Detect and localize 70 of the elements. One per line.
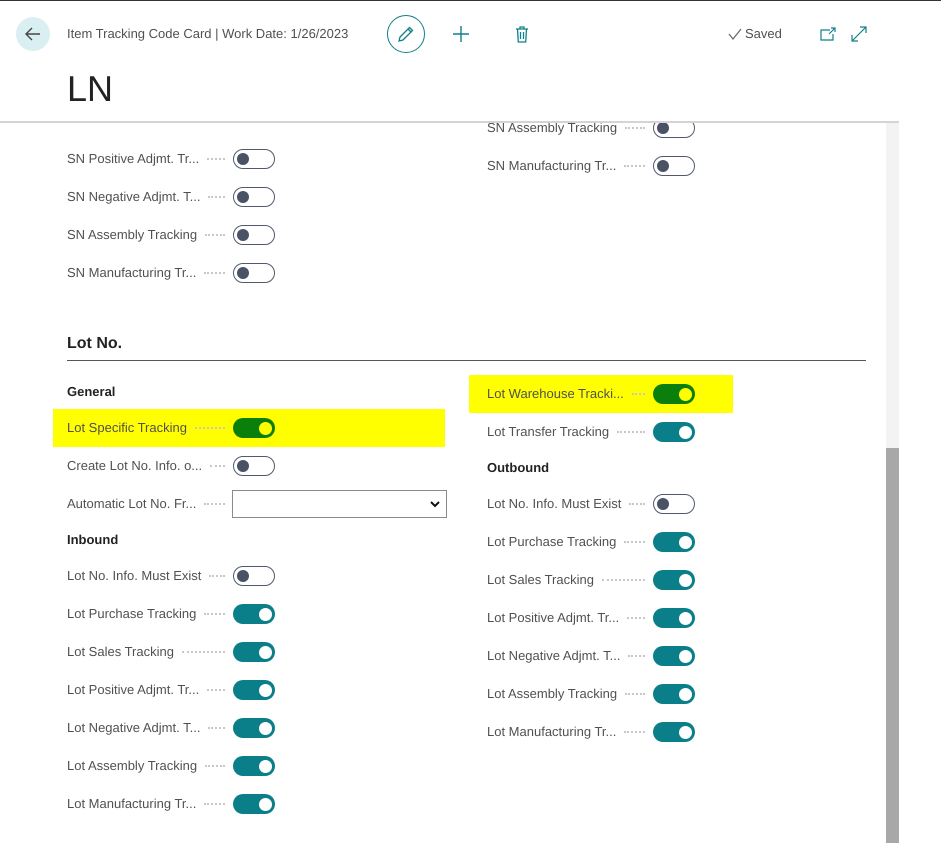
group-heading: Outbound: [487, 459, 550, 478]
checkmark-icon: [728, 28, 742, 40]
toggle-switch[interactable]: [233, 680, 275, 700]
toggle-switch[interactable]: [233, 149, 275, 169]
field-label: Lot Assembly Tracking: [67, 757, 198, 776]
field-label: Lot Purchase Tracking: [67, 605, 196, 624]
field-label: Lot Negative Adjmt. T...: [487, 647, 620, 666]
field-label: Lot Negative Adjmt. T...: [67, 719, 200, 738]
toggle-switch[interactable]: [233, 718, 275, 738]
toggle-switch[interactable]: [233, 566, 275, 586]
toggle-switch[interactable]: [653, 532, 695, 552]
group-heading: General: [67, 383, 116, 402]
field-label: Lot No. Info. Must Exist: [487, 495, 622, 514]
field-label: Lot Manufacturing Tr...: [487, 723, 616, 742]
toggle-switch[interactable]: [233, 604, 275, 624]
section-title: Lot No.: [67, 334, 122, 354]
toggle-switch[interactable]: [233, 263, 275, 283]
toggle-switch[interactable]: [653, 422, 695, 442]
toggle-switch[interactable]: [653, 494, 695, 514]
field-label: Create Lot No. Info. o...: [67, 457, 202, 476]
field-label: SN Assembly Tracking: [487, 123, 618, 138]
field-label: Lot Sales Tracking: [487, 571, 594, 590]
toggle-switch[interactable]: [653, 570, 695, 590]
toggle-switch[interactable]: [233, 418, 275, 438]
toggle-switch[interactable]: [653, 608, 695, 628]
back-button[interactable]: [16, 17, 50, 51]
field-label: Lot Positive Adjmt. Tr...: [67, 681, 200, 700]
record-title: LN: [67, 68, 114, 109]
field-label: Lot Purchase Tracking: [487, 533, 616, 552]
back-arrow-icon: [25, 27, 41, 41]
toggle-switch[interactable]: [233, 642, 275, 662]
field-label: SN Negative Adjmt. T...: [67, 188, 200, 206]
toggle-switch[interactable]: [233, 794, 275, 814]
toggle-switch[interactable]: [653, 684, 695, 704]
field-label: SN Manufacturing Tr...: [67, 264, 196, 282]
field-label: SN Positive Adjmt. Tr...: [67, 150, 200, 168]
saved-status: Saved: [745, 25, 782, 44]
toggle-switch[interactable]: [233, 225, 275, 245]
chevron-down-icon: [430, 500, 440, 508]
group-heading: Inbound: [67, 531, 118, 550]
open-in-new-window-icon: [820, 27, 836, 41]
field-label: Lot Assembly Tracking: [487, 685, 618, 704]
toggle-switch[interactable]: [233, 456, 275, 476]
field-label: Lot Positive Adjmt. Tr...: [487, 609, 620, 628]
scrollbar[interactable]: [886, 123, 899, 843]
field-label: Lot Sales Tracking: [67, 643, 174, 662]
dropdown-field[interactable]: [232, 490, 447, 518]
toggle-switch[interactable]: [653, 384, 695, 404]
edit-button[interactable]: [387, 15, 425, 53]
field-label: SN Assembly Tracking: [67, 226, 198, 244]
field-label: Automatic Lot No. Fr...: [67, 495, 196, 514]
field-label: Lot Specific Tracking: [67, 419, 187, 438]
toggle-switch[interactable]: [653, 646, 695, 666]
field-label: Lot No. Info. Must Exist: [67, 567, 202, 586]
plus-icon: [452, 25, 470, 43]
pencil-icon: [397, 25, 415, 43]
field-label: Lot Manufacturing Tr...: [67, 795, 196, 814]
expand-icon: [850, 26, 867, 42]
expand-button[interactable]: [848, 24, 869, 44]
toggle-switch[interactable]: [653, 123, 695, 138]
toggle-switch[interactable]: [233, 756, 275, 776]
scrollbar-thumb[interactable]: [886, 448, 899, 843]
page-title: Item Tracking Code Card | Work Date: 1/26/2023: [67, 25, 350, 44]
field-label: SN Manufacturing Tr...: [487, 157, 616, 176]
toggle-switch[interactable]: [653, 156, 695, 176]
field-label: Lot Transfer Tracking: [487, 423, 610, 442]
toggle-switch[interactable]: [233, 187, 275, 207]
toggle-switch[interactable]: [653, 722, 695, 742]
field-label: Lot Warehouse Tracki...: [487, 385, 624, 404]
trash-icon: [515, 26, 529, 42]
